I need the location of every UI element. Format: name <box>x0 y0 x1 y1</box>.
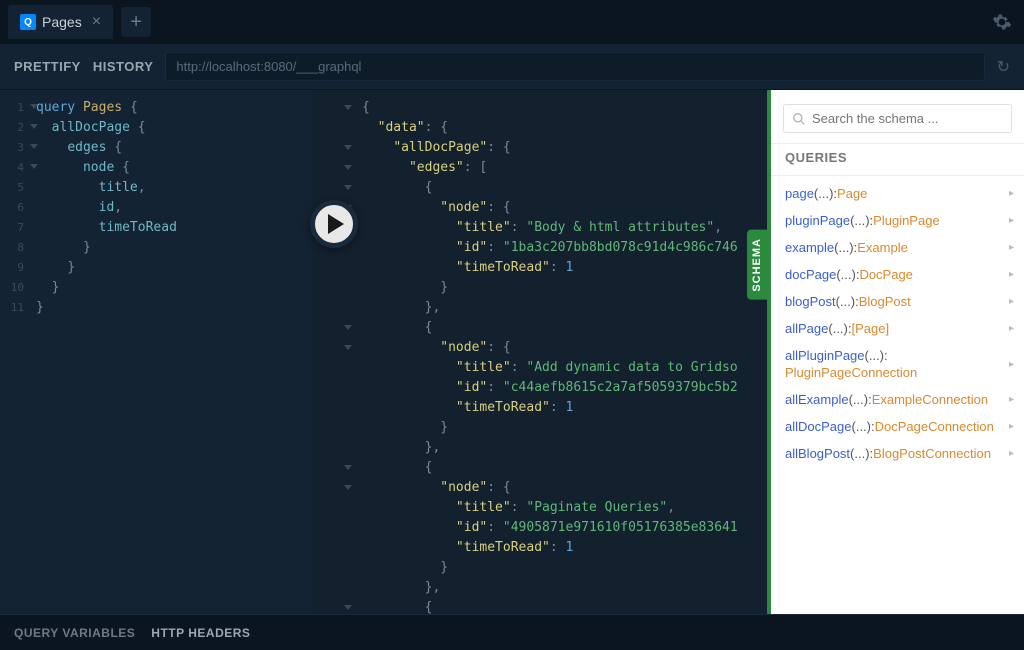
prettify-button[interactable]: PRETTIFY <box>14 59 81 74</box>
query-editor[interactable]: 1234567891011 query Pages { allDocPage {… <box>0 90 312 614</box>
search-icon <box>792 112 806 126</box>
schema-query-item[interactable]: allPluginPage(...): PluginPageConnection… <box>771 342 1024 386</box>
tab-title: Pages <box>42 14 82 30</box>
query-icon: Q <box>20 14 36 30</box>
schema-search[interactable] <box>783 104 1012 133</box>
gear-icon[interactable] <box>992 12 1012 37</box>
schema-query-item[interactable]: pluginPage(...): PluginPage▸ <box>771 207 1024 234</box>
http-headers-tab[interactable]: HTTP HEADERS <box>151 626 250 640</box>
execute-button[interactable] <box>310 200 358 248</box>
schema-query-item[interactable]: example(...): Example▸ <box>771 234 1024 261</box>
result-viewer: { "data": { "allDocPage": { "edges": [ {… <box>312 90 767 614</box>
schema-query-item[interactable]: docPage(...): DocPage▸ <box>771 261 1024 288</box>
schema-query-item[interactable]: blogPost(...): BlogPost▸ <box>771 288 1024 315</box>
endpoint-input[interactable] <box>165 52 984 81</box>
query-variables-tab[interactable]: QUERY VARIABLES <box>14 626 135 640</box>
schema-query-item[interactable]: allDocPage(...): DocPageConnection▸ <box>771 413 1024 440</box>
bottom-bar: QUERY VARIABLES HTTP HEADERS <box>0 614 1024 650</box>
refresh-icon[interactable]: ↻ <box>997 57 1010 77</box>
schema-query-item[interactable]: allPage(...): [Page]▸ <box>771 315 1024 342</box>
new-tab-button[interactable]: + <box>121 7 151 37</box>
toolbar: PRETTIFY HISTORY ↻ <box>0 44 1024 90</box>
schema-query-list: page(...): Page▸pluginPage(...): PluginP… <box>771 180 1024 614</box>
schema-panel: QUERIES page(...): Page▸pluginPage(...):… <box>767 90 1024 614</box>
schema-query-item[interactable]: page(...): Page▸ <box>771 180 1024 207</box>
schema-query-item[interactable]: allExample(...): ExampleConnection▸ <box>771 386 1024 413</box>
tab-bar: Q Pages × + <box>0 0 1024 44</box>
schema-tab[interactable]: SCHEMA <box>747 230 767 300</box>
close-icon[interactable]: × <box>92 13 101 31</box>
schema-search-input[interactable] <box>812 111 1003 126</box>
history-button[interactable]: HISTORY <box>93 59 154 74</box>
schema-section-title: QUERIES <box>771 143 1024 176</box>
play-icon <box>328 214 344 234</box>
tab-pages[interactable]: Q Pages × <box>8 5 113 39</box>
schema-query-item[interactable]: allBlogPost(...): BlogPostConnection▸ <box>771 440 1024 467</box>
